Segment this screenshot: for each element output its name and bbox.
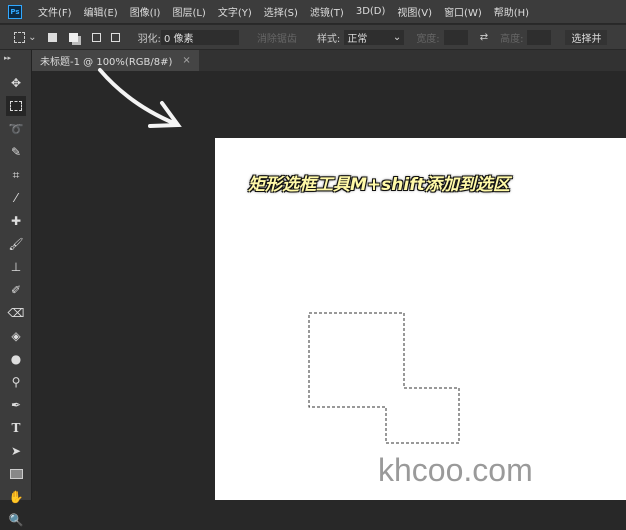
- watermark: khcoo.com: [378, 452, 533, 488]
- zoom-tool-icon[interactable]: 🔍: [6, 510, 26, 530]
- caption-text: 矩形选框工具M+shift添加到选区: [248, 175, 510, 195]
- overlay: [98, 68, 460, 444]
- selection-marquee: [308, 312, 460, 444]
- arrow-annotation: [98, 68, 182, 128]
